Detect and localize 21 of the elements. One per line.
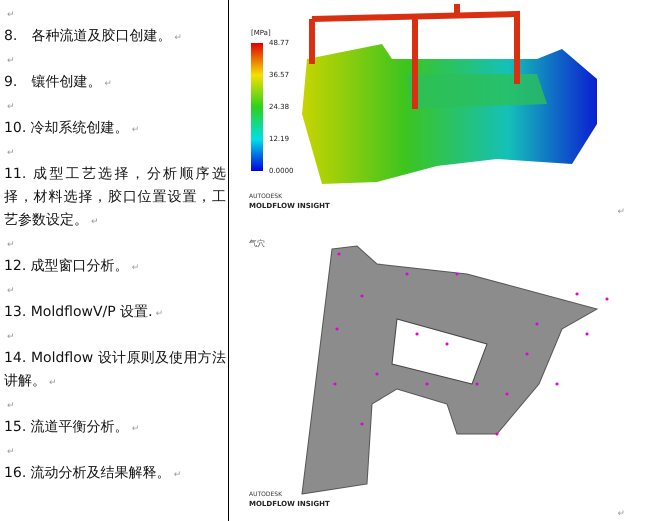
paragraph-text: 8. 各种流道及胶口创建。 ↵: [4, 28, 182, 44]
paragraph-mark: ↵: [7, 332, 15, 342]
paragraph-text: 14. Moldflow 设计原则及使用方法讲解。 ↵: [4, 350, 226, 389]
paragraph-text: 13. MoldflowV/P 设置. ↵: [4, 304, 164, 320]
paragraph-mark: ↵: [7, 10, 15, 20]
paragraph-mark: ↵: [7, 56, 15, 66]
paragraph-text: 9. 镶件创建。 ↵: [4, 74, 112, 90]
paragraph-text: 10. 冷却系统创建。 ↵: [4, 120, 140, 136]
caption-label: 气穴: [249, 238, 265, 250]
paragraph-text: 11. 成型工艺选择，分析顺序选择，材料选择，胶口位置设置，工艺参数设定。 ↵: [4, 166, 226, 228]
paragraph-mark: ↵: [7, 102, 15, 112]
paragraph-text: 12. 成型窗口分析。 ↵: [4, 258, 140, 274]
paragraph-mark: ↵: [7, 401, 15, 411]
paragraph-mark: ↵: [7, 240, 15, 250]
paragraph-mark: ↵: [7, 447, 15, 457]
paragraph-mark: ↵: [7, 148, 15, 158]
paragraph-text: 16. 流动分析及结果解释。 ↵: [4, 465, 182, 481]
paragraph-mark: ↵: [617, 508, 625, 521]
paragraph-text: 15. 流道平衡分析。 ↵: [4, 419, 140, 435]
paragraph-mark: ↵: [7, 286, 15, 296]
paragraph-mark: ↵: [617, 206, 625, 219]
